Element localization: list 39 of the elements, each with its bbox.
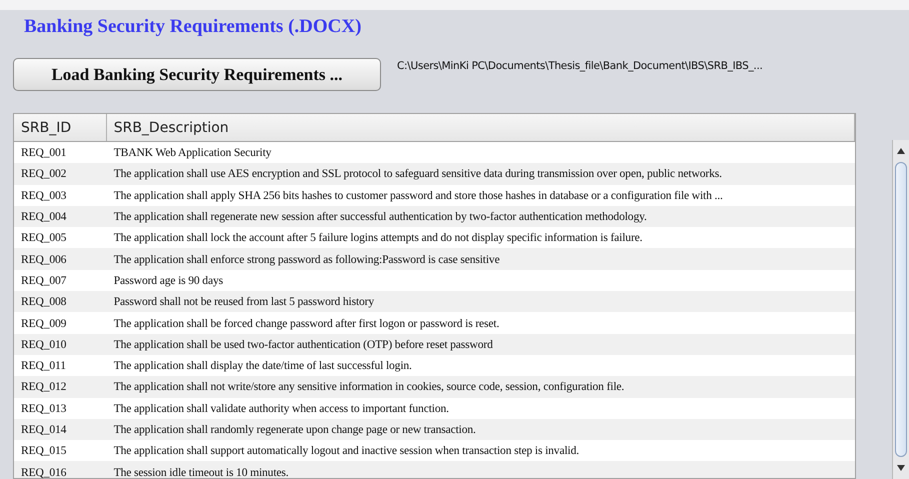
- table-cell-text: The application shall display the date/time of last successful login.: [112, 359, 413, 372]
- table-cell-text: TBANK Web Application Security: [112, 146, 272, 160]
- vertical-scrollbar[interactable]: [892, 140, 909, 479]
- table-cell-text: REQ_008: [20, 295, 68, 308]
- table-cell-text: The application shall support automatically logout and inactive session when transaction step is invalid.: [112, 444, 580, 458]
- column-header[interactable]: SRB_ID: [14, 114, 107, 141]
- page-title: Banking Security Requirements (.DOCX): [23, 15, 362, 39]
- table-cell-text: REQ_016: [20, 466, 68, 478]
- column-header[interactable]: SRB_Description: [106, 114, 856, 141]
- table-cell-text: REQ_002: [20, 167, 68, 180]
- table-cell-text: The application shall enforce strong password as following:Password is case sensitive: [112, 252, 501, 266]
- table-cell-text: The application shall be forced change password after first logon or password is reset.: [112, 316, 500, 330]
- table-cell-text: The application shall randomly regenerate upon change page or new transaction.: [112, 423, 477, 436]
- file-path: C:\Users\MinKi PC\Documents\Thesis_file\Bank_Document\IBS\SRB_IBS_...: [397, 60, 763, 72]
- table-cell-text: The application shall be used two-factor authentication (OTP) before reset password: [112, 338, 494, 351]
- table-cell-text: The session idle timeout is 10 minutes.: [112, 466, 290, 478]
- table-cell-text: REQ_001: [20, 146, 68, 160]
- table-cell-text: The application shall not write/store any sensitive information in cookies, source code, session, configuration file.: [112, 380, 626, 394]
- load-requirements-button[interactable]: Load Banking Security Requirements ...: [13, 58, 381, 91]
- table-cell-text: The application shall validate authority when access to important function.: [112, 402, 450, 415]
- table-cell-text: REQ_004: [20, 210, 68, 224]
- table-cell-text: REQ_009: [20, 316, 68, 330]
- table-cell-text: REQ_005: [20, 231, 68, 244]
- scroll-thumb[interactable]: [895, 162, 907, 457]
- table-cell-text: REQ_010: [20, 338, 68, 351]
- table-cell-text: REQ_015: [20, 444, 68, 458]
- table-cell-text: REQ_006: [20, 252, 68, 266]
- table-cell-text: The application shall use AES encryption and SSL protocol to safeguard sensitive data during transmission over open, public networks.: [112, 167, 723, 180]
- table-cell-text: REQ_013: [20, 402, 68, 415]
- table-cell-text: REQ_007: [20, 274, 68, 287]
- table-cell-text: REQ_012: [20, 380, 68, 394]
- table-cell-text: Password shall not be reused from last 5 password history: [112, 295, 376, 308]
- table-cell-text: REQ_011: [20, 359, 67, 372]
- table-cell-text: The application shall lock the account after 5 failure logins attempts and do not display specific information is failure.: [112, 231, 644, 244]
- table-cell-text: The application shall apply SHA 256 bits hashes to customer password and store those hashes in database or a configuration file with ...: [112, 188, 724, 202]
- table-cell-text: Password age is 90 days: [112, 274, 224, 287]
- table-cell-text: REQ_014: [20, 423, 68, 436]
- table-cell-text: REQ_003: [20, 188, 68, 202]
- table-cell-text: The application shall regenerate new session after successful authentication by two-factor authentication methodology.: [112, 210, 648, 224]
